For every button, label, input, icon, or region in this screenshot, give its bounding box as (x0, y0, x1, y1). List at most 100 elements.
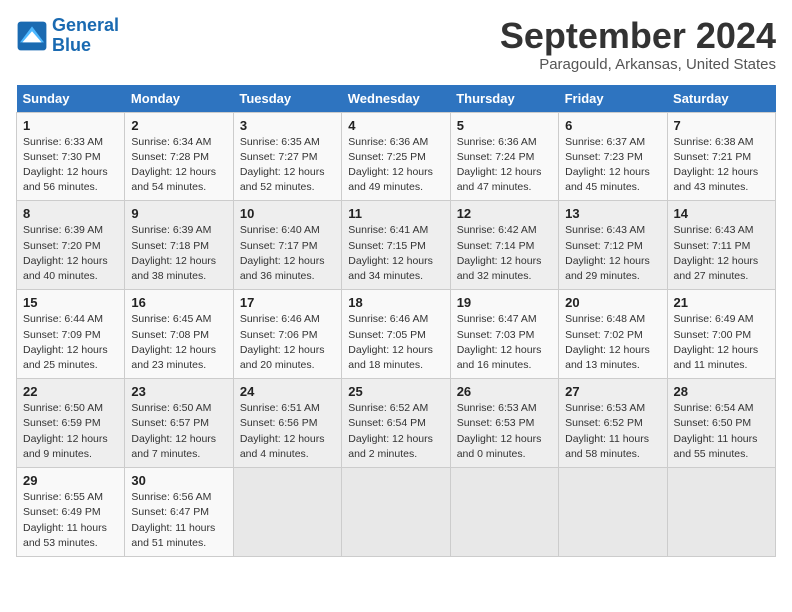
day-info: Sunrise: 6:56 AMSunset: 6:47 PMDaylight:… (131, 490, 226, 551)
calendar-table: Sunday Monday Tuesday Wednesday Thursday… (16, 85, 776, 557)
day-number: 14 (674, 206, 769, 221)
table-row: 30 Sunrise: 6:56 AMSunset: 6:47 PMDayligh… (125, 468, 233, 557)
col-tuesday: Tuesday (233, 85, 341, 113)
table-row (450, 468, 558, 557)
day-number: 15 (23, 295, 118, 310)
day-info: Sunrise: 6:54 AMSunset: 6:50 PMDaylight:… (674, 401, 769, 462)
day-info: Sunrise: 6:35 AMSunset: 7:27 PMDaylight:… (240, 135, 335, 196)
day-info: Sunrise: 6:42 AMSunset: 7:14 PMDaylight:… (457, 223, 552, 284)
table-row: 24 Sunrise: 6:51 AMSunset: 6:56 PMDayligh… (233, 379, 341, 468)
day-number: 13 (565, 206, 660, 221)
day-info: Sunrise: 6:53 AMSunset: 6:53 PMDaylight:… (457, 401, 552, 462)
table-row: 29 Sunrise: 6:55 AMSunset: 6:49 PMDayligh… (17, 468, 125, 557)
col-sunday: Sunday (17, 85, 125, 113)
logo-name: General Blue (52, 16, 119, 56)
day-info: Sunrise: 6:43 AMSunset: 7:11 PMDaylight:… (674, 223, 769, 284)
col-friday: Friday (559, 85, 667, 113)
day-number: 16 (131, 295, 226, 310)
table-row: 16Sunrise: 6:45 AMSunset: 7:08 PMDayligh… (125, 290, 233, 379)
table-row: 28 Sunrise: 6:54 AMSunset: 6:50 PMDayligh… (667, 379, 775, 468)
day-info: Sunrise: 6:55 AMSunset: 6:49 PMDaylight:… (23, 490, 118, 551)
day-number: 17 (240, 295, 335, 310)
day-info: Sunrise: 6:51 AMSunset: 6:56 PMDaylight:… (240, 401, 335, 462)
calendar-week-row: 29 Sunrise: 6:55 AMSunset: 6:49 PMDayligh… (17, 468, 776, 557)
table-row: 15 Sunrise: 6:44 AMSunset: 7:09 PMDayligh… (17, 290, 125, 379)
logo-icon (16, 20, 48, 52)
table-row: 22Sunrise: 6:50 AMSunset: 6:59 PMDayligh… (17, 379, 125, 468)
col-saturday: Saturday (667, 85, 775, 113)
table-row: 20 Sunrise: 6:48 AMSunset: 7:02 PMDayligh… (559, 290, 667, 379)
day-number: 9 (131, 206, 226, 221)
day-number: 26 (457, 384, 552, 399)
table-row: 13 Sunrise: 6:43 AMSunset: 7:12 PMDayligh… (559, 201, 667, 290)
table-row: 6Sunrise: 6:37 AMSunset: 7:23 PMDaylight… (559, 112, 667, 201)
day-info: Sunrise: 6:53 AMSunset: 6:52 PMDaylight:… (565, 401, 660, 462)
col-wednesday: Wednesday (342, 85, 450, 113)
table-row: 8Sunrise: 6:39 AMSunset: 7:20 PMDaylight… (17, 201, 125, 290)
day-info: Sunrise: 6:38 AMSunset: 7:21 PMDaylight:… (674, 135, 769, 196)
day-number: 24 (240, 384, 335, 399)
calendar-week-row: 8Sunrise: 6:39 AMSunset: 7:20 PMDaylight… (17, 201, 776, 290)
day-info: Sunrise: 6:47 AMSunset: 7:03 PMDaylight:… (457, 312, 552, 373)
day-info: Sunrise: 6:52 AMSunset: 6:54 PMDaylight:… (348, 401, 443, 462)
table-row (559, 468, 667, 557)
day-info: Sunrise: 6:40 AMSunset: 7:17 PMDaylight:… (240, 223, 335, 284)
day-info: Sunrise: 6:41 AMSunset: 7:15 PMDaylight:… (348, 223, 443, 284)
table-row: 1 Sunrise: 6:33 AMSunset: 7:30 PMDaylight… (17, 112, 125, 201)
day-info: Sunrise: 6:44 AMSunset: 7:09 PMDaylight:… (23, 312, 118, 373)
table-row: 27 Sunrise: 6:53 AMSunset: 6:52 PMDayligh… (559, 379, 667, 468)
table-row: 10Sunrise: 6:40 AMSunset: 7:17 PMDayligh… (233, 201, 341, 290)
day-number: 2 (131, 118, 226, 133)
table-row: 3 Sunrise: 6:35 AMSunset: 7:27 PMDaylight… (233, 112, 341, 201)
table-row: 19Sunrise: 6:47 AMSunset: 7:03 PMDayligh… (450, 290, 558, 379)
table-row (667, 468, 775, 557)
table-row: 25 Sunrise: 6:52 AMSunset: 6:54 PMDayligh… (342, 379, 450, 468)
table-row: 21 Sunrise: 6:49 AMSunset: 7:00 PMDayligh… (667, 290, 775, 379)
day-number: 1 (23, 118, 118, 133)
table-row (233, 468, 341, 557)
day-info: Sunrise: 6:34 AMSunset: 7:28 PMDaylight:… (131, 135, 226, 196)
day-number: 6 (565, 118, 660, 133)
day-number: 3 (240, 118, 335, 133)
month-title: September 2024 (500, 16, 776, 56)
day-number: 30 (131, 473, 226, 488)
day-info: Sunrise: 6:50 AMSunset: 6:57 PMDaylight:… (131, 401, 226, 462)
day-number: 29 (23, 473, 118, 488)
table-row: 11Sunrise: 6:41 AMSunset: 7:15 PMDayligh… (342, 201, 450, 290)
day-number: 23 (131, 384, 226, 399)
day-number: 21 (674, 295, 769, 310)
day-info: Sunrise: 6:43 AMSunset: 7:12 PMDaylight:… (565, 223, 660, 284)
day-number: 12 (457, 206, 552, 221)
table-row: 23 Sunrise: 6:50 AMSunset: 6:57 PMDayligh… (125, 379, 233, 468)
day-number: 8 (23, 206, 118, 221)
day-info: Sunrise: 6:49 AMSunset: 7:00 PMDaylight:… (674, 312, 769, 373)
calendar-week-row: 1 Sunrise: 6:33 AMSunset: 7:30 PMDaylight… (17, 112, 776, 201)
table-row: 26 Sunrise: 6:53 AMSunset: 6:53 PMDayligh… (450, 379, 558, 468)
col-monday: Monday (125, 85, 233, 113)
day-number: 18 (348, 295, 443, 310)
calendar-week-row: 22Sunrise: 6:50 AMSunset: 6:59 PMDayligh… (17, 379, 776, 468)
day-info: Sunrise: 6:48 AMSunset: 7:02 PMDaylight:… (565, 312, 660, 373)
day-info: Sunrise: 6:36 AMSunset: 7:25 PMDaylight:… (348, 135, 443, 196)
table-row: 9 Sunrise: 6:39 AMSunset: 7:18 PMDaylight… (125, 201, 233, 290)
day-info: Sunrise: 6:46 AMSunset: 7:05 PMDaylight:… (348, 312, 443, 373)
table-row: 2 Sunrise: 6:34 AMSunset: 7:28 PMDaylight… (125, 112, 233, 201)
table-row: 5Sunrise: 6:36 AMSunset: 7:24 PMDaylight… (450, 112, 558, 201)
page-header: General Blue September 2024 Paragould, A… (16, 16, 776, 73)
table-row: 7 Sunrise: 6:38 AMSunset: 7:21 PMDaylight… (667, 112, 775, 201)
day-number: 22 (23, 384, 118, 399)
day-number: 4 (348, 118, 443, 133)
day-number: 28 (674, 384, 769, 399)
table-row: 17Sunrise: 6:46 AMSunset: 7:06 PMDayligh… (233, 290, 341, 379)
day-info: Sunrise: 6:39 AMSunset: 7:18 PMDaylight:… (131, 223, 226, 284)
table-row: 12 Sunrise: 6:42 AMSunset: 7:14 PMDayligh… (450, 201, 558, 290)
day-info: Sunrise: 6:33 AMSunset: 7:30 PMDaylight:… (23, 135, 118, 196)
day-number: 20 (565, 295, 660, 310)
day-number: 27 (565, 384, 660, 399)
day-info: Sunrise: 6:36 AMSunset: 7:24 PMDaylight:… (457, 135, 552, 196)
day-number: 25 (348, 384, 443, 399)
col-thursday: Thursday (450, 85, 558, 113)
location-title: Paragould, Arkansas, United States (500, 56, 776, 73)
title-area: September 2024 Paragould, Arkansas, Unit… (500, 16, 776, 73)
day-number: 7 (674, 118, 769, 133)
